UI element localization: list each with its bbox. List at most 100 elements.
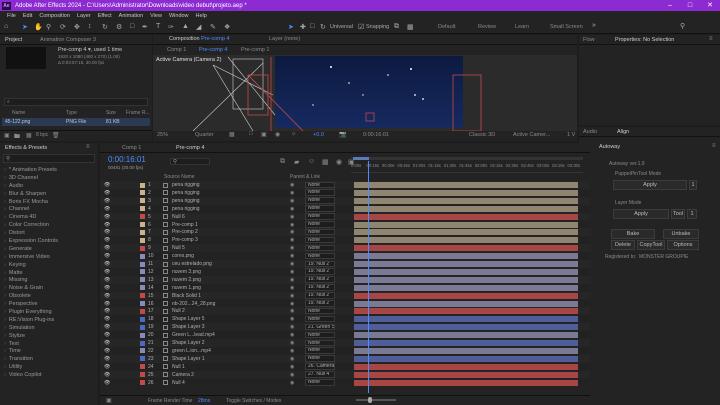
layer-duration-bar[interactable] [354,229,578,236]
snapshot-icon[interactable]: 📷 [339,131,346,138]
parent-select[interactable]: None [305,181,335,188]
layer-row[interactable]: 👁 10 cores.png ◉ None [100,252,590,260]
label-color-swatch[interactable] [140,206,145,212]
label-color-swatch[interactable] [140,364,145,370]
effect-category[interactable]: Immersive Video [0,254,98,262]
pickwhip-icon[interactable]: ◉ [290,190,294,196]
workspace-small-screen[interactable]: Small Screen [550,24,583,30]
render-time-icon[interactable]: ▣ [106,397,112,404]
interpret-footage-icon[interactable]: ▣ [4,132,10,139]
layer-name[interactable]: nuvem 2.png [172,277,201,283]
hand-tool-icon[interactable]: ✋ [34,23,43,31]
fast-preview-icon[interactable]: ☼ [291,131,297,137]
pickwhip-icon[interactable]: ◉ [290,253,294,259]
layer-name[interactable]: pena rigging [172,182,200,188]
effect-category[interactable]: * Animation Presets [0,167,98,175]
effect-category[interactable]: Expression Controls [0,238,98,246]
visibility-eye-icon[interactable]: 👁 [104,324,110,330]
pickwhip-icon[interactable]: ◉ [290,285,294,291]
parent-select[interactable]: 19. Null 2 [305,260,335,267]
effect-category[interactable]: Cinema 4D [0,214,98,222]
layer-row[interactable]: 👁 15 Black Solid 1 ◉ 19. Null 2 [100,291,590,300]
pickwhip-icon[interactable]: ◉ [290,340,294,346]
visibility-eye-icon[interactable]: 👁 [104,182,110,188]
rotate-tool-icon[interactable]: ↻ [102,23,108,31]
label-color-swatch[interactable] [140,372,145,378]
delete-button[interactable]: Delete [611,240,635,250]
visibility-eye-icon[interactable]: 👁 [104,293,110,299]
tab-properties[interactable]: Properties: No Selection [615,37,674,43]
layer-row[interactable]: 👁 14 nuvem 1.png ◉ 19. Null 2 [100,283,590,292]
pan-tool-icon[interactable]: ✥ [74,23,80,31]
tab-comp1[interactable]: Comp 1 [122,145,141,151]
layer-duration-bar[interactable] [354,371,578,378]
layer-row[interactable]: 👁 21 Shape Layer 2 ◉ None [100,339,590,347]
layer-duration-bar[interactable] [354,363,578,370]
label-color-swatch[interactable] [140,308,145,314]
label-color-swatch[interactable] [140,293,145,299]
bake-button[interactable]: Bake [611,229,655,239]
tab-align[interactable]: Align [617,129,629,135]
effect-category[interactable]: Obsolete [0,293,98,301]
pickwhip-icon[interactable]: ◉ [290,348,294,354]
parent-select[interactable]: 19. Null 2 [305,300,335,307]
toggle-switches-modes[interactable]: Toggle Switches / Modes [226,398,281,404]
home-icon[interactable]: ⌂ [4,23,8,30]
layer-duration-bar[interactable] [354,245,578,252]
visibility-eye-icon[interactable]: 👁 [104,308,110,314]
zoom-tool-icon[interactable]: ⚲ [46,23,51,31]
layer-name[interactable]: pena rigging [172,198,200,204]
layer-row[interactable]: 👁 26 Null 4 ◉ None [100,378,590,387]
label-color-swatch[interactable] [140,380,145,385]
panel-menu-icon[interactable]: ≡ [709,36,713,42]
layer-duration-bar[interactable] [354,355,578,362]
roto-tool-icon[interactable]: ✎ [210,23,216,31]
layer-duration-bar[interactable] [354,379,578,386]
label-color-swatch[interactable] [140,285,145,291]
menu-effect[interactable]: Effect [98,13,112,19]
viewer-timecode[interactable]: 0:00:16:01 [363,132,389,138]
effect-category[interactable]: Keying [0,262,98,270]
menu-composition[interactable]: Composition [39,13,70,19]
stamp-tool-icon[interactable]: ▲ [182,23,189,30]
timeline-timecode[interactable]: 0:00:16:01 [108,155,146,164]
tab-flow[interactable]: Flow [583,37,595,43]
pickwhip-icon[interactable]: ◉ [290,222,294,228]
layer-duration-bar[interactable] [354,253,578,260]
layer-name[interactable]: Pre-comp 1 [172,222,198,228]
eraser-tool-icon[interactable]: ◢ [196,23,201,31]
visibility-eye-icon[interactable]: 👁 [104,253,110,259]
effect-category[interactable]: Perspective [0,301,98,309]
layer-name[interactable]: Pre-comp 2 [172,229,198,235]
menu-layer[interactable]: Layer [77,13,91,19]
layer-name[interactable]: ceu estrelado.png [172,261,212,267]
layer-duration-bar[interactable] [354,340,578,346]
project-item-row[interactable]: 45-122.png PNG File 81 KB [2,118,150,126]
effect-category[interactable]: Audio [0,183,98,191]
layer-row[interactable]: 👁 8 Pre-comp 3 ◉ None [100,236,590,245]
work-area-bar[interactable] [351,157,583,160]
visibility-eye-icon[interactable]: 👁 [104,237,110,243]
parent-select[interactable]: None [305,197,335,204]
effect-category[interactable]: Text [0,341,98,349]
pickwhip-icon[interactable]: ◉ [290,214,294,220]
layer-row[interactable]: 👁 22 green L.ion...mp4 ◉ None [100,346,590,355]
label-color-swatch[interactable] [140,332,145,338]
parent-select[interactable]: None [305,339,335,346]
parent-select[interactable]: None [305,315,335,323]
tab-animation-composer[interactable]: Animation Composer 3 [40,37,96,43]
anchor-tool-icon[interactable]: ⚙ [116,23,122,31]
shy-layers-icon[interactable]: ☺ [308,158,315,165]
maximize-icon[interactable]: □ [680,0,700,11]
effect-category[interactable]: Color Correction [0,222,98,230]
parent-select[interactable]: 26. Camera 2 [305,363,335,370]
effect-category[interactable]: 3D Channel [0,175,98,183]
pickwhip-icon[interactable]: ◉ [290,293,294,299]
parent-select[interactable]: 27. Null 4 [305,371,335,378]
snapping-checkbox[interactable]: ☑ [358,23,364,31]
universal-select-icon[interactable]: ➤ [288,23,294,31]
effect-category[interactable]: Boris FX Mocha [0,199,98,207]
layer-duration-bar[interactable] [354,308,578,315]
layer-row[interactable]: 👁 25 Camera 2 ◉ 27. Null 4 [100,370,590,379]
layer-name[interactable]: Camera 2 [172,372,194,378]
